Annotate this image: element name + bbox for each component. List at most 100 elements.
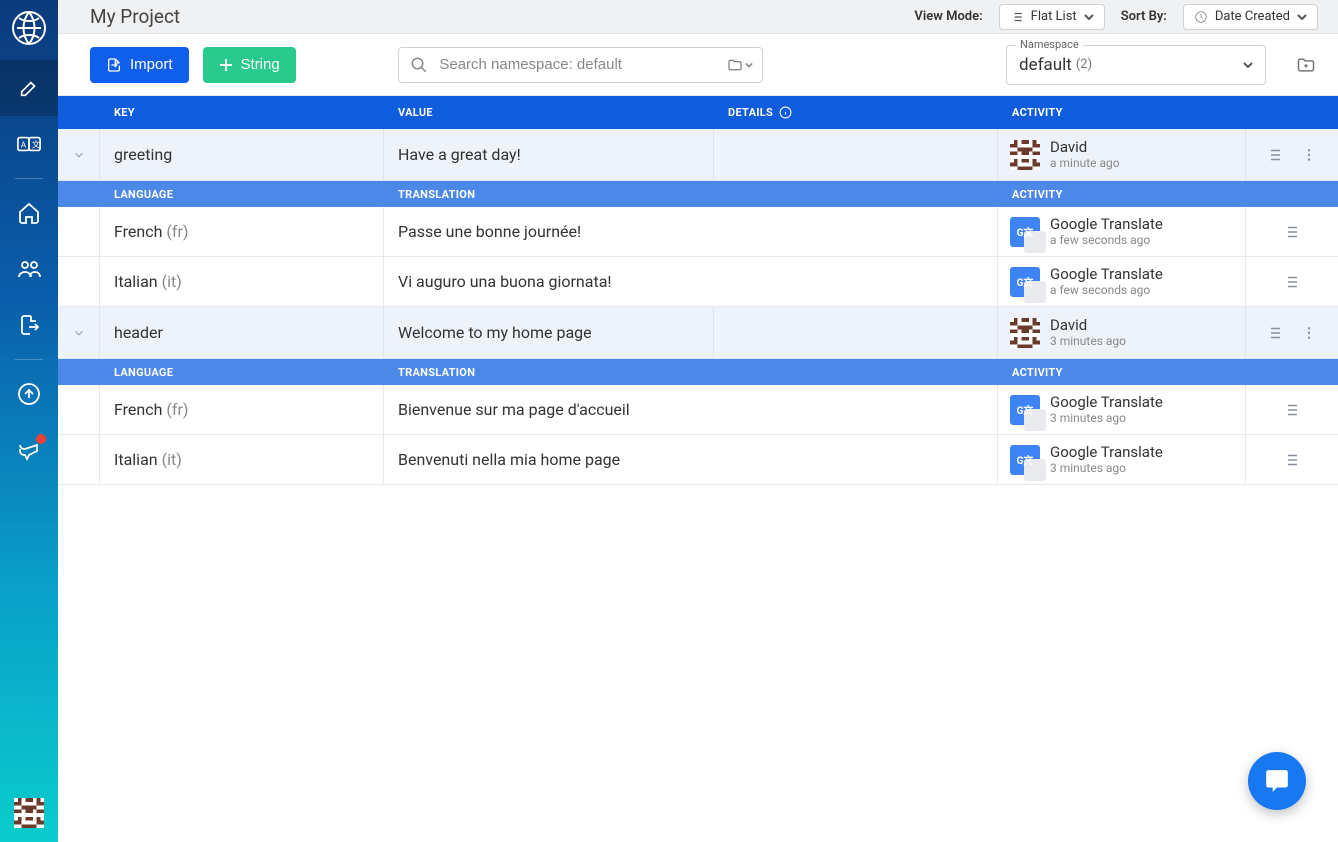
col-details: DETAILS bbox=[714, 106, 998, 119]
toolbar: Import String Namespace default (2) bbox=[58, 34, 1338, 96]
string-label: String bbox=[241, 56, 280, 73]
row-actions bbox=[1246, 307, 1336, 358]
user-avatar-icon bbox=[1010, 318, 1040, 348]
user-avatar[interactable] bbox=[14, 798, 44, 828]
table-subheader: LANGUAGETRANSLATIONACTIVITY bbox=[58, 181, 1338, 207]
table-row-translation[interactable]: French (fr)Passe une bonne journée!G文Goo… bbox=[58, 207, 1338, 257]
history-list-icon[interactable] bbox=[1265, 324, 1283, 342]
table-row-key[interactable]: headerWelcome to my home page David3 minu… bbox=[58, 307, 1338, 359]
exp-spacer bbox=[58, 385, 100, 434]
sidebar-item-edit[interactable] bbox=[0, 60, 58, 116]
import-button[interactable]: Import bbox=[90, 47, 189, 83]
col-translation: TRANSLATION bbox=[384, 188, 998, 201]
sidebar-item-home[interactable] bbox=[0, 185, 58, 241]
lang-cell[interactable]: French (fr) bbox=[100, 385, 384, 434]
app-logo-icon bbox=[11, 10, 47, 46]
actor-time: a minute ago bbox=[1050, 156, 1120, 170]
key-cell[interactable]: greeting bbox=[100, 129, 384, 180]
col-activity: ACTIVITY bbox=[998, 106, 1246, 119]
history-list-icon[interactable] bbox=[1282, 401, 1300, 419]
expand-toggle[interactable] bbox=[58, 129, 100, 180]
row-actions bbox=[1246, 257, 1336, 306]
svg-text:文: 文 bbox=[32, 140, 41, 151]
sort-by-dropdown[interactable]: Date Created bbox=[1183, 4, 1318, 30]
chat-icon bbox=[1264, 768, 1290, 794]
add-string-button[interactable]: String bbox=[203, 47, 296, 83]
activity-cell: G文Google Translate3 minutes ago bbox=[998, 435, 1246, 484]
chat-fab[interactable] bbox=[1248, 752, 1306, 810]
more-menu-icon[interactable] bbox=[1301, 147, 1317, 163]
search-scope-button[interactable] bbox=[727, 57, 753, 73]
row-actions bbox=[1246, 385, 1336, 434]
actor-name: Google Translate bbox=[1050, 443, 1163, 461]
chevron-down-icon bbox=[1297, 12, 1307, 22]
view-mode-dropdown[interactable]: Flat List bbox=[999, 4, 1105, 30]
view-mode-label: View Mode: bbox=[914, 9, 982, 24]
namespace-select[interactable]: default (2) bbox=[1006, 45, 1266, 85]
details-cell[interactable] bbox=[714, 129, 998, 180]
sidebar-item-upload[interactable] bbox=[0, 366, 58, 422]
table-row-key[interactable]: greetingHave a great day!Davida minute a… bbox=[58, 129, 1338, 181]
google-translate-icon: G文 bbox=[1010, 395, 1040, 425]
table-row-translation[interactable]: Italian (it)Vi auguro una buona giornata… bbox=[58, 257, 1338, 307]
table-row-translation[interactable]: Italian (it)Benvenuti nella mia home pag… bbox=[58, 435, 1338, 485]
namespace-label: Namespace bbox=[1016, 38, 1083, 51]
lang-code: (it) bbox=[162, 450, 182, 469]
lang-cell[interactable]: French (fr) bbox=[100, 207, 384, 256]
sidebar-item-announcements[interactable] bbox=[0, 422, 58, 478]
folder-plus-icon bbox=[1296, 55, 1316, 75]
exp-spacer bbox=[58, 257, 100, 306]
lang-code: (fr) bbox=[166, 400, 188, 419]
sidebar-divider bbox=[15, 178, 43, 179]
activity-cell: G文Google Translatea few seconds ago bbox=[998, 207, 1246, 256]
history-list-icon[interactable] bbox=[1282, 273, 1300, 291]
search-input[interactable] bbox=[398, 47, 763, 83]
import-icon bbox=[106, 57, 122, 73]
more-menu-icon[interactable] bbox=[1301, 325, 1317, 341]
sidebar-divider bbox=[15, 359, 43, 360]
details-cell[interactable] bbox=[714, 307, 998, 358]
translation-cell[interactable]: Passe une bonne journée! bbox=[384, 207, 998, 256]
google-translate-icon: G文 bbox=[1010, 217, 1040, 247]
table-header: KEY VALUE DETAILS ACTIVITY bbox=[58, 96, 1338, 129]
history-list-icon[interactable] bbox=[1265, 146, 1283, 164]
value-cell[interactable]: Have a great day! bbox=[384, 129, 714, 180]
row-actions bbox=[1246, 129, 1336, 180]
actor-time: 3 minutes ago bbox=[1050, 411, 1163, 425]
col-activity: ACTIVITY bbox=[998, 188, 1246, 201]
page-title: My Project bbox=[90, 5, 180, 28]
activity-cell: David3 minutes ago bbox=[998, 307, 1246, 358]
value-cell[interactable]: Welcome to my home page bbox=[384, 307, 714, 358]
actor-time: a few seconds ago bbox=[1050, 283, 1163, 297]
sidebar-item-translations[interactable]: A文 bbox=[0, 116, 58, 172]
actor-name: Google Translate bbox=[1050, 393, 1163, 411]
namespace-wrap: Namespace default (2) bbox=[1006, 45, 1266, 85]
sidebar: A文 bbox=[0, 0, 58, 842]
history-list-icon[interactable] bbox=[1282, 451, 1300, 469]
add-namespace-button[interactable] bbox=[1294, 53, 1318, 77]
translation-cell[interactable]: Benvenuti nella mia home page bbox=[384, 435, 998, 484]
history-list-icon[interactable] bbox=[1282, 223, 1300, 241]
list-icon bbox=[1010, 10, 1024, 24]
plus-icon bbox=[219, 58, 233, 72]
search-icon bbox=[410, 56, 428, 74]
activity-cell: G文Google Translatea few seconds ago bbox=[998, 257, 1246, 306]
search-wrap bbox=[398, 47, 763, 83]
expand-toggle[interactable] bbox=[58, 307, 100, 358]
col-activity: ACTIVITY bbox=[998, 366, 1246, 379]
translation-cell[interactable]: Bienvenue sur ma page d'accueil bbox=[384, 385, 998, 434]
sidebar-item-export[interactable] bbox=[0, 297, 58, 353]
topbar: My Project View Mode: Flat List Sort By:… bbox=[58, 0, 1338, 34]
chevron-down-icon bbox=[1084, 12, 1094, 22]
lang-cell[interactable]: Italian (it) bbox=[100, 435, 384, 484]
col-translation: TRANSLATION bbox=[384, 366, 998, 379]
lang-cell[interactable]: Italian (it) bbox=[100, 257, 384, 306]
translation-cell[interactable]: Vi auguro una buona giornata! bbox=[384, 257, 998, 306]
chevron-down-icon bbox=[1243, 60, 1253, 70]
sidebar-item-team[interactable] bbox=[0, 241, 58, 297]
user-avatar-icon bbox=[1010, 140, 1040, 170]
notification-badge bbox=[36, 434, 46, 444]
key-cell[interactable]: header bbox=[100, 307, 384, 358]
table-row-translation[interactable]: French (fr)Bienvenue sur ma page d'accue… bbox=[58, 385, 1338, 435]
chevron-down-icon bbox=[72, 148, 86, 162]
